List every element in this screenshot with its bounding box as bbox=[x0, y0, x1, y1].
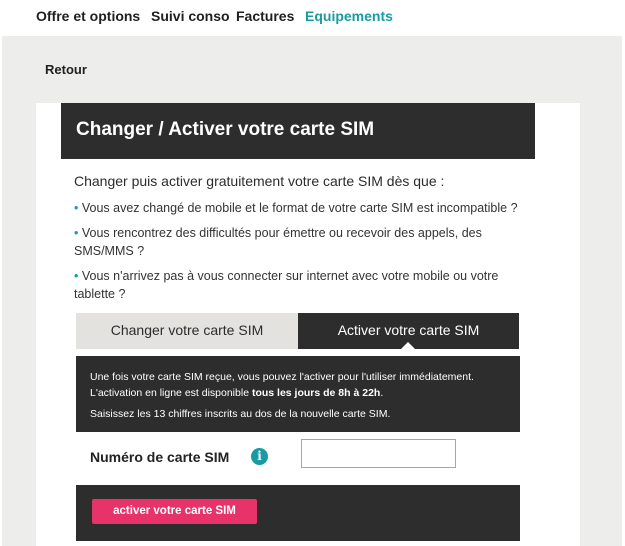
sim-number-input[interactable] bbox=[301, 439, 456, 468]
nav-item-offre[interactable]: Offre et options bbox=[36, 8, 140, 24]
sim-tabs: Changer votre carte SIM Activer votre ca… bbox=[76, 313, 519, 349]
tab-changer-sim[interactable]: Changer votre carte SIM bbox=[76, 313, 298, 349]
info-line-3: Saisissez les 13 chiffres inscrits au do… bbox=[90, 408, 391, 420]
list-item-text: Vous rencontrez des difficultés pour éme… bbox=[74, 226, 482, 258]
page-header: Changer / Activer votre carte SIM bbox=[61, 103, 535, 159]
bullet-icon: • bbox=[74, 201, 79, 215]
list-item: • Vous n'arrivez pas à vous connecter su… bbox=[74, 267, 534, 303]
list-item: • Vous avez changé de mobile et le forma… bbox=[74, 199, 534, 217]
tab-activer-sim[interactable]: Activer votre carte SIM bbox=[298, 313, 519, 349]
activate-sim-button[interactable]: activer votre carte SIM bbox=[92, 499, 257, 524]
top-navigation: Offre et options Suivi conso Factures Eq… bbox=[0, 0, 625, 36]
info-line-2-text: L'activation en ligne est disponible bbox=[90, 387, 252, 399]
activation-info-box: Une fois votre carte SIM reçue, vous pou… bbox=[76, 356, 520, 432]
bullet-icon: • bbox=[74, 269, 79, 283]
nav-item-equipements[interactable]: Equipements bbox=[305, 8, 393, 24]
back-link[interactable]: Retour bbox=[45, 62, 87, 77]
nav-item-factures[interactable]: Factures bbox=[236, 8, 294, 24]
bullet-icon: • bbox=[74, 226, 79, 240]
list-item: • Vous rencontrez des difficultés pour é… bbox=[74, 224, 534, 260]
info-icon[interactable]: i bbox=[251, 448, 268, 465]
page-title: Changer / Activer votre carte SIM bbox=[76, 119, 375, 140]
nav-item-suivi-conso[interactable]: Suivi conso bbox=[151, 8, 230, 24]
intro-text: Changer puis activer gratuitement votre … bbox=[74, 173, 445, 189]
info-line-2-bold: tous les jours de 8h à 22h bbox=[251, 387, 381, 399]
list-item-text: Vous avez changé de mobile et le format … bbox=[81, 201, 518, 215]
info-line-1: Une fois votre carte SIM reçue, vous pou… bbox=[90, 371, 474, 383]
list-item-text: Vous n'arrivez pas à vous connecter sur … bbox=[74, 269, 499, 301]
info-line-2-end: . bbox=[380, 387, 384, 399]
sim-number-label: Numéro de carte SIM bbox=[90, 449, 230, 465]
tab-label: Activer votre carte SIM bbox=[337, 322, 480, 338]
info-line-2: L'activation en ligne est disponible tou… bbox=[90, 387, 383, 399]
active-tab-indicator bbox=[401, 342, 415, 349]
action-bar: activer votre carte SIM bbox=[76, 485, 520, 541]
